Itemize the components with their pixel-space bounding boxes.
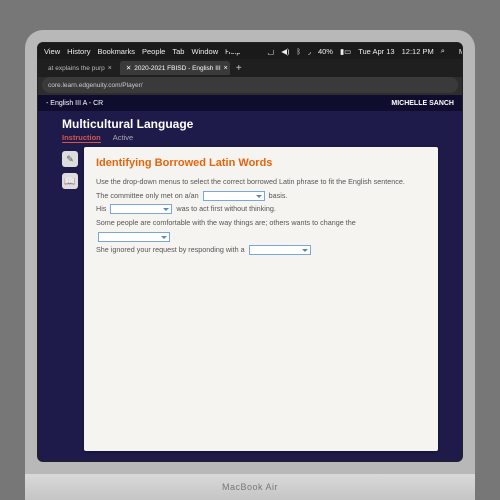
sentence-text: She ignored your request by responding w… (96, 245, 247, 254)
battery-percent: 40% (318, 47, 333, 56)
browser-tab[interactable]: at explains the purp× (42, 61, 118, 75)
sentence-text: His (96, 204, 108, 213)
tool-rail: ✎ 📖 (62, 147, 80, 451)
laptop-base: MacBook Air (25, 474, 475, 500)
lesson-stage: ✎ 📖 Identifying Borrowed Latin Words Use… (62, 147, 438, 451)
sentence-text: Some people are comfortable with the way… (96, 218, 356, 227)
new-tab-button[interactable]: + (232, 63, 246, 74)
screen: View History Bookmarks People Tab Window… (37, 42, 463, 462)
tab-instruction[interactable]: Instruction (62, 133, 101, 143)
sentence-text: The committee only met on a/an (96, 191, 201, 200)
browser-window: at explains the purp× ✕2020-2021 FBISD -… (38, 59, 462, 461)
menubar-user: Michelle S (459, 47, 463, 56)
menubar-date: Tue Apr 13 (358, 47, 394, 56)
battery-icon: ▮▭ (340, 47, 351, 56)
lesson-card: Identifying Borrowed Latin Words Use the… (84, 147, 438, 451)
menu-item[interactable]: Tab (172, 47, 184, 56)
dropdown-1[interactable] (203, 191, 265, 201)
tab-active[interactable]: Active (113, 133, 133, 143)
laptop-frame: View History Bookmarks People Tab Window… (25, 30, 475, 500)
sentence-text: was to act first without thinking. (174, 204, 275, 213)
close-icon[interactable]: × (224, 65, 228, 72)
unit-tabs: Instruction Active (62, 133, 438, 143)
dropdown-3[interactable] (98, 232, 170, 242)
spotlight-icon[interactable]: ⌕ (441, 46, 445, 56)
unit-header: Multicultural Language Instruction Activ… (38, 111, 462, 143)
close-icon[interactable]: × (108, 65, 112, 72)
menu-item[interactable]: View (44, 47, 60, 56)
address-bar[interactable]: core.learn.edgenuity.com/Player/ (42, 77, 458, 93)
menu-item[interactable]: Window (191, 47, 218, 56)
lesson-intro: Use the drop-down menus to select the co… (96, 177, 405, 186)
menu-item[interactable]: History (67, 47, 90, 56)
menubar-time: 12:12 PM (402, 47, 434, 56)
student-name: MICHELLE SANCH (391, 100, 454, 107)
lesson-body: Use the drop-down menus to select the co… (96, 175, 426, 257)
sentence-text: basis. (267, 191, 288, 200)
edgenuity-app: - English III A - CR MICHELLE SANCH Mult… (38, 95, 462, 461)
camera-notch (225, 43, 275, 53)
course-title: - English III A - CR (46, 100, 103, 107)
course-header: - English III A - CR MICHELLE SANCH (38, 95, 462, 111)
wifi-icon: ◞ (308, 47, 311, 56)
lesson-title: Identifying Borrowed Latin Words (96, 157, 426, 169)
glossary-icon[interactable]: 📖 (62, 173, 78, 189)
dropdown-2[interactable] (110, 204, 172, 214)
pencil-icon[interactable]: ✎ (62, 151, 78, 167)
browser-tab-active[interactable]: ✕2020-2021 FBISD - English III× (120, 61, 230, 75)
menu-item[interactable]: People (142, 47, 165, 56)
volume-icon: ◀) (281, 47, 289, 56)
unit-title: Multicultural Language (62, 117, 438, 131)
dropdown-4[interactable] (249, 245, 311, 255)
bluetooth-icon: ᛒ (297, 47, 302, 56)
tab-favicon: ✕ (126, 64, 131, 72)
menu-item[interactable]: Bookmarks (97, 47, 135, 56)
tab-strip: at explains the purp× ✕2020-2021 FBISD -… (38, 59, 462, 77)
